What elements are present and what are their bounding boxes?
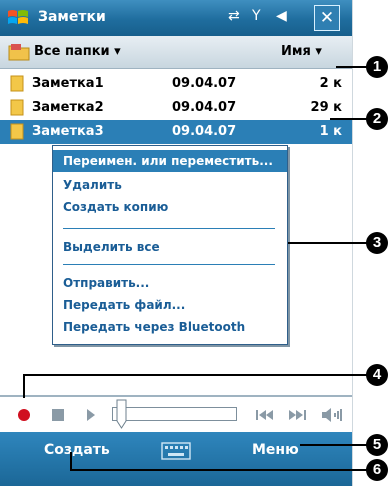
callout-line-4-vertical xyxy=(23,374,25,398)
menu-button[interactable]: Меню xyxy=(252,442,299,458)
menu-divider xyxy=(63,228,275,229)
file-date: 09.04.07 xyxy=(172,124,237,139)
callout-line-2 xyxy=(330,118,369,120)
file-name: Заметка3 xyxy=(32,124,104,139)
app-title: Заметки xyxy=(38,9,106,25)
record-button[interactable] xyxy=(12,403,36,427)
note-icon xyxy=(10,99,24,116)
callout-badge-3: 3 xyxy=(366,232,388,254)
recording-toolbar xyxy=(0,395,352,434)
menu-item-beam-file[interactable]: Передать файл... xyxy=(53,294,287,316)
menu-item-send[interactable]: Отправить... xyxy=(53,272,287,294)
callout-line-4 xyxy=(23,374,369,376)
callout-line-5 xyxy=(300,444,369,446)
keyboard-icon[interactable] xyxy=(161,442,191,460)
callout-badge-4: 4 xyxy=(366,364,388,386)
stop-button[interactable] xyxy=(46,403,70,427)
volume-icon[interactable]: ◀ xyxy=(276,8,287,24)
list-item[interactable]: Заметка1 09.04.07 2 к xyxy=(0,72,352,96)
sort-dropdown[interactable]: Имя ▾ xyxy=(281,44,322,59)
signal-icon[interactable]: Y xyxy=(252,8,261,24)
context-menu: Переимен. или переместить... Удалить Соз… xyxy=(52,145,288,345)
folder-dropdown[interactable]: Все папки ▾ xyxy=(34,44,121,59)
play-button[interactable] xyxy=(78,403,102,427)
callout-line-6-vertical xyxy=(70,452,72,470)
callout-badge-1: 1 xyxy=(366,56,388,78)
file-size: 29 к xyxy=(310,100,342,115)
menu-item-rename[interactable]: Переимен. или переместить... xyxy=(53,150,287,172)
softkey-bar: Создать Меню xyxy=(0,432,352,486)
progress-slider[interactable] xyxy=(112,407,237,421)
callout-badge-6: 6 xyxy=(366,459,388,481)
note-icon xyxy=(10,75,24,92)
file-date: 09.04.07 xyxy=(172,100,237,115)
file-date: 09.04.07 xyxy=(172,76,237,91)
status-area[interactable]: ⇄ Y ◀ xyxy=(228,8,304,28)
volume-speaker-icon[interactable] xyxy=(318,403,346,427)
callout-line-6 xyxy=(70,469,369,471)
callout-line-3 xyxy=(288,242,368,244)
skip-back-icon[interactable] xyxy=(252,403,278,427)
file-size: 2 к xyxy=(319,76,342,91)
windows-start-icon[interactable] xyxy=(6,6,30,30)
file-name: Заметка2 xyxy=(32,100,104,115)
menu-item-delete[interactable]: Удалить xyxy=(53,174,287,196)
callout-line-1 xyxy=(336,66,369,68)
file-size: 1 к xyxy=(319,124,342,139)
menu-item-bluetooth[interactable]: Передать через Bluetooth xyxy=(53,316,287,338)
slider-thumb[interactable] xyxy=(116,399,127,429)
menu-item-select-all[interactable]: Выделить все xyxy=(53,236,287,258)
menu-item-copy[interactable]: Создать копию xyxy=(53,196,287,218)
skip-forward-icon[interactable] xyxy=(284,403,310,427)
callout-badge-2: 2 xyxy=(366,108,388,130)
create-button[interactable]: Создать xyxy=(44,442,110,458)
note-icon xyxy=(10,123,24,140)
connectivity-icon[interactable]: ⇄ xyxy=(228,8,240,24)
close-button[interactable]: ✕ xyxy=(314,5,340,31)
folder-icon xyxy=(8,44,30,61)
title-bar: Заметки ⇄ Y ◀ ✕ xyxy=(0,0,352,36)
menu-divider xyxy=(63,264,275,265)
folder-bar: Все папки ▾ Имя ▾ xyxy=(0,36,352,69)
callout-badge-5: 5 xyxy=(366,434,388,456)
file-name: Заметка1 xyxy=(32,76,104,91)
list-item[interactable]: Заметка2 09.04.07 29 к xyxy=(0,96,352,120)
list-item-selected[interactable]: Заметка3 09.04.07 1 к xyxy=(0,120,352,144)
